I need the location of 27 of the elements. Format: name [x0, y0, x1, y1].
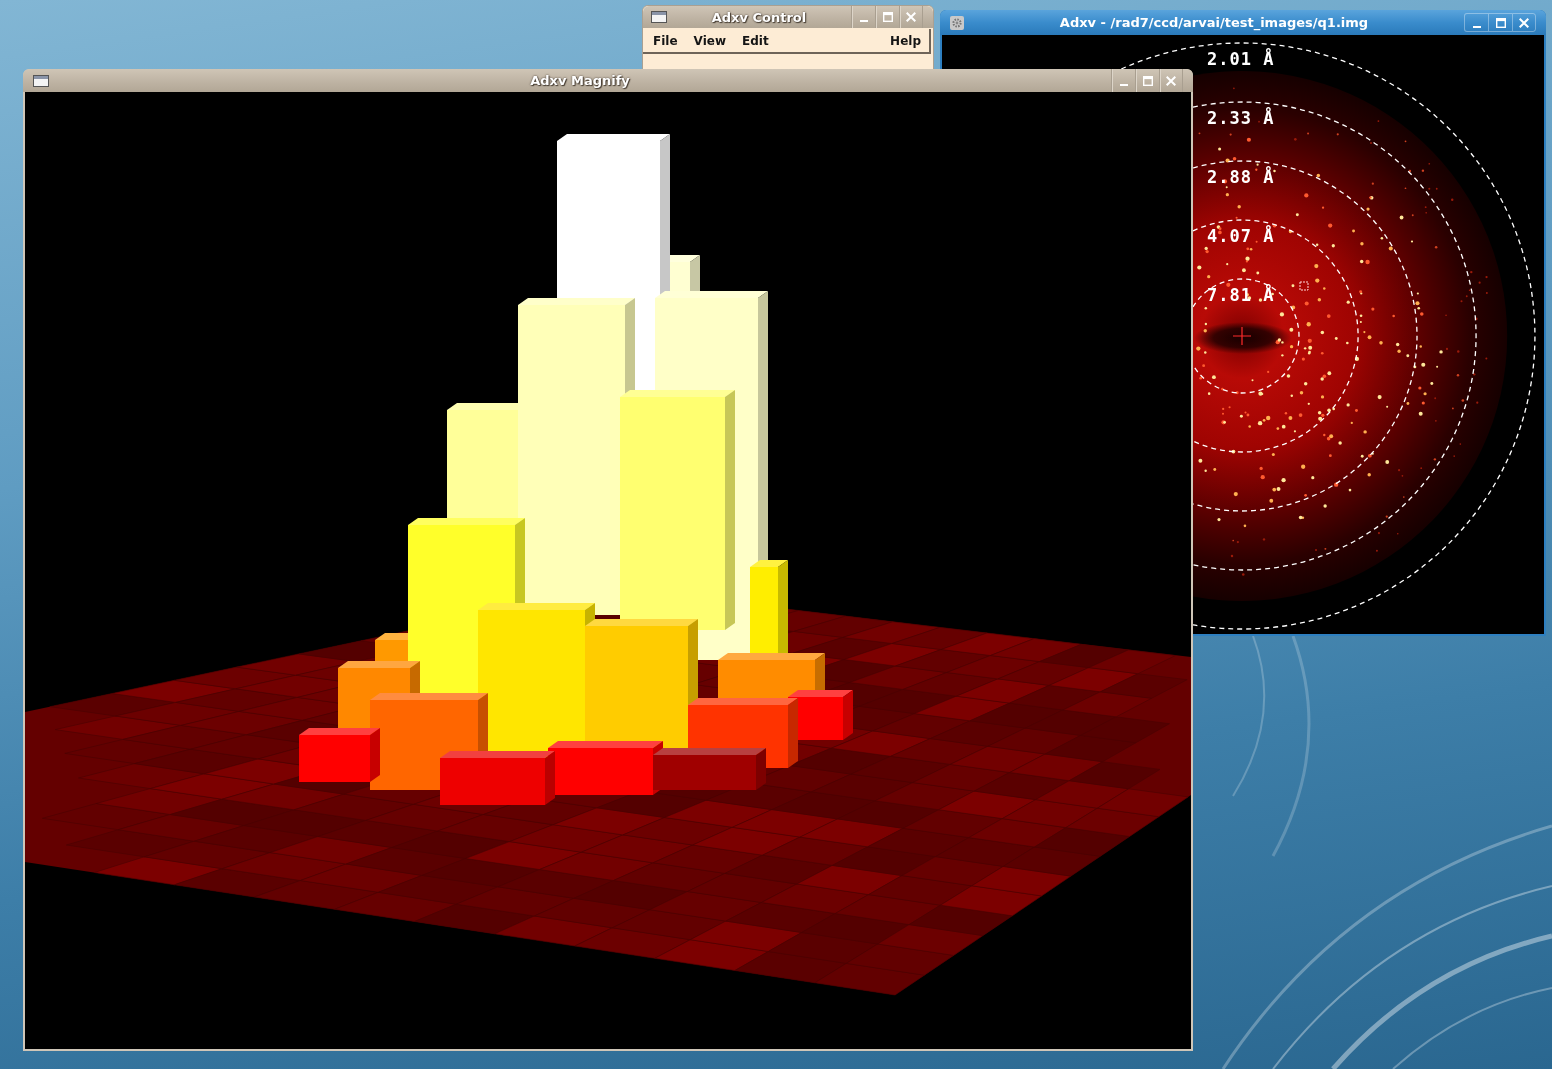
- close-icon: [1519, 17, 1529, 28]
- square-marker-icon: [1299, 281, 1309, 291]
- minimize-icon: [1119, 83, 1128, 86]
- resolution-label: 2.33 Å: [1207, 108, 1275, 128]
- close-icon: [1166, 75, 1176, 86]
- resolution-label: 2.88 Å: [1207, 167, 1275, 187]
- maximize-icon: [1495, 17, 1506, 28]
- window-title: Adxv Control: [710, 9, 808, 25]
- resolution-label: 2.01 Å: [1207, 49, 1275, 69]
- window-title: Adxv - /rad7/ccd/arvai/test_images/q1.img: [1058, 15, 1370, 30]
- menu-item[interactable]: View: [685, 29, 734, 52]
- window-title: Adxv Magnify: [529, 73, 631, 88]
- minimize-icon: [859, 20, 868, 22]
- maximize-icon: [882, 12, 893, 22]
- resolution-label: 4.07 Å: [1207, 226, 1275, 246]
- gear-icon[interactable]: [950, 15, 964, 30]
- close-button[interactable]: [899, 6, 923, 28]
- crosshair-icon: [1232, 326, 1252, 346]
- window-icon[interactable]: [33, 74, 49, 87]
- menu-item[interactable]: File: [645, 29, 686, 52]
- window-icon[interactable]: [651, 11, 667, 23]
- menu-item[interactable]: Edit: [734, 29, 777, 52]
- menu-item[interactable]: Help: [882, 29, 929, 52]
- close-icon: [906, 12, 916, 22]
- resolution-label: 7.81 Å: [1207, 285, 1275, 305]
- minimize-icon: [1472, 25, 1481, 28]
- maximize-icon: [1142, 75, 1153, 86]
